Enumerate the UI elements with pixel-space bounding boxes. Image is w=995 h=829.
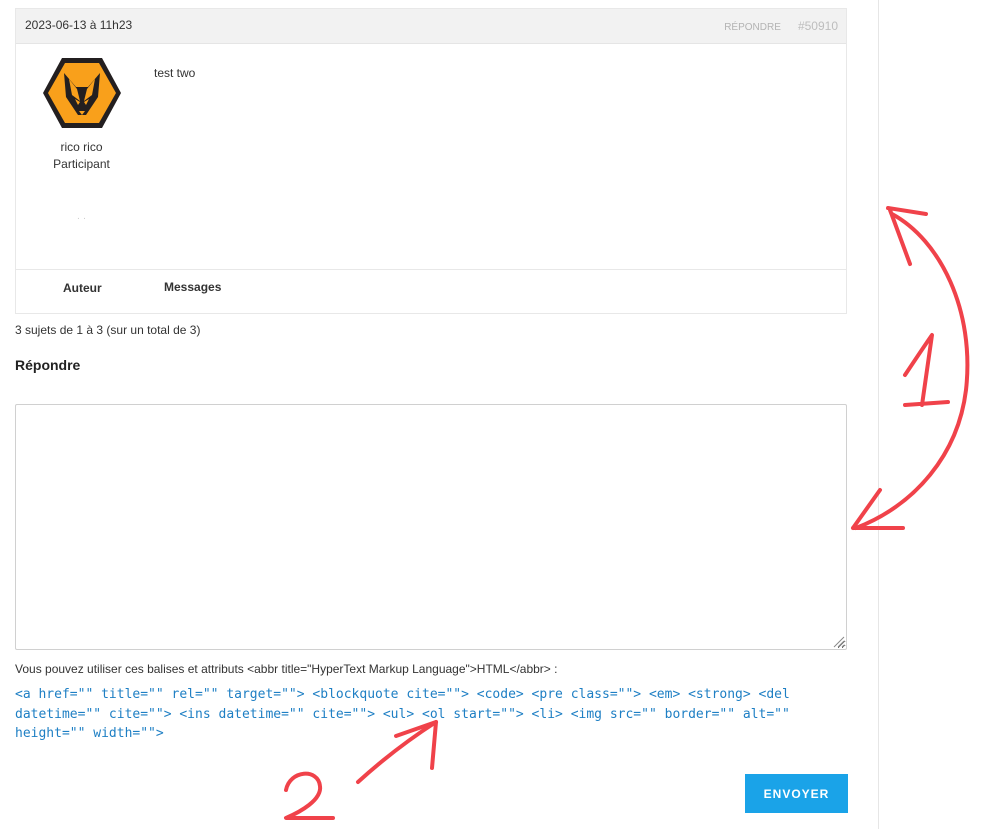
forum-reply-post: 2023-06-13 à 11h23 Répondre #50910 rico … xyxy=(15,8,847,314)
column-header-author: Auteur xyxy=(63,281,102,295)
submit-button[interactable]: ENVOYER xyxy=(745,774,848,813)
number-one-annotation xyxy=(903,333,950,407)
author-extra: · · xyxy=(76,213,87,224)
column-header-messages: Messages xyxy=(164,280,222,294)
post-actions: Répondre #50910 xyxy=(724,19,838,33)
reply-textarea[interactable] xyxy=(15,404,847,650)
wolf-head-icon xyxy=(42,58,121,128)
allowed-tags-code: <a href="" title="" rel="" target=""> <b… xyxy=(15,687,790,741)
post-author: rico rico Participant · · xyxy=(16,43,147,224)
avatar[interactable] xyxy=(42,57,122,129)
post-reply-link[interactable]: Répondre xyxy=(724,22,781,33)
pagination-count: 3 sujets de 1 à 3 (sur un total de 3) xyxy=(15,323,201,337)
post-content: test two xyxy=(154,66,196,80)
page-right-divider xyxy=(878,0,879,829)
post-date: 2023-06-13 à 11h23 xyxy=(25,18,133,32)
number-two-annotation xyxy=(284,771,335,820)
allowed-tags-label: Vous pouvez utiliser ces balises et attr… xyxy=(15,662,558,676)
post-header: 2023-06-13 à 11h23 Répondre #50910 xyxy=(16,9,846,44)
author-role: Participant xyxy=(53,157,110,171)
author-name[interactable]: rico rico xyxy=(16,139,147,156)
post-permalink[interactable]: #50910 xyxy=(798,19,838,33)
curved-arrow-annotation xyxy=(854,212,970,530)
reply-form-title: Répondre xyxy=(15,357,81,373)
topic-table-footer: Auteur Messages xyxy=(16,269,846,315)
resize-grip-icon[interactable] xyxy=(831,634,845,648)
arrowhead-top-annotation xyxy=(886,206,928,266)
